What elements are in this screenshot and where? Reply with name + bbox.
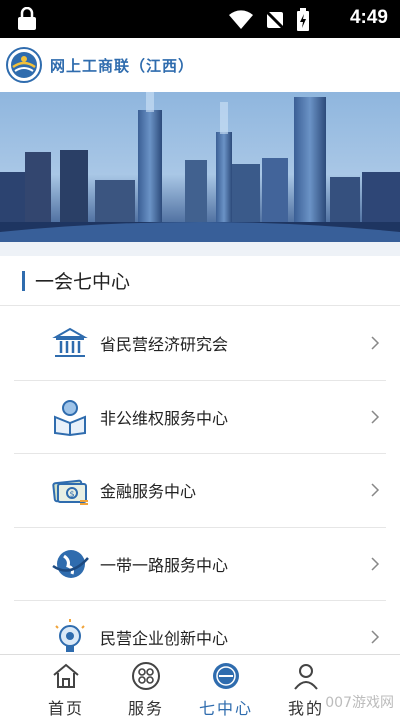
tab-seven-centers-label: 七中心 (198, 699, 253, 718)
institute-building-icon (52, 328, 88, 358)
section-header: 一会七中心 (0, 256, 400, 306)
battery-charging-icon (297, 8, 309, 31)
status-bar: 4:49 (0, 0, 400, 38)
home-icon (53, 663, 79, 688)
chevron-right-icon (371, 483, 380, 497)
list-item-rights-center[interactable]: 非公维权服务中心 (14, 381, 386, 454)
watermark: 007游戏网 (325, 695, 394, 711)
list-item-research-institute[interactable]: 省民营经济研究会 (14, 307, 386, 381)
svg-text:$: $ (70, 490, 75, 499)
center-icon (213, 663, 239, 689)
city-skyline-banner (0, 92, 400, 242)
wifi-icon (229, 10, 253, 29)
tab-service-label: 服务 (127, 699, 164, 718)
status-time: 4:49 (349, 7, 388, 28)
banner-divider (0, 242, 400, 256)
tab-seven-centers[interactable]: 七中心 (186, 655, 266, 720)
federation-logo-icon (6, 47, 42, 83)
tab-service[interactable]: 服务 (106, 655, 186, 720)
list-item-label: 金融服务中心 (100, 482, 197, 502)
list-item-belt-road-center[interactable]: 一带一路服务中心 (14, 528, 386, 601)
section-accent-bar (22, 270, 25, 291)
list-item-label: 省民营经济研究会 (100, 335, 229, 355)
globe-icon (52, 549, 89, 578)
tab-home-label: 首页 (47, 699, 84, 718)
chevron-right-icon (371, 336, 380, 350)
chevron-right-icon (371, 410, 380, 424)
user-icon (294, 664, 318, 690)
chevron-right-icon (371, 557, 380, 571)
list-item-finance-center[interactable]: $ 金融服务中心 (14, 454, 386, 528)
no-sim-icon (264, 9, 286, 31)
tab-home[interactable]: 首页 (26, 655, 106, 720)
lock-icon (18, 7, 36, 30)
list-item-label: 一带一路服务中心 (100, 555, 229, 575)
lightbulb-icon (55, 619, 85, 653)
grid-icon (132, 662, 160, 690)
chevron-right-icon (371, 630, 380, 644)
money-icon: $ (52, 480, 88, 506)
app-header: 网上工商联（江西） (0, 38, 400, 92)
list-item-label: 非公维权服务中心 (100, 408, 229, 428)
section-title: 一会七中心 (35, 271, 131, 293)
page-title: 网上工商联（江西） (50, 56, 195, 75)
reading-person-icon (54, 399, 86, 436)
list-item-label: 民营企业创新中心 (100, 629, 229, 649)
center-list: 省民营经济研究会 非公维权服务中心 $ 金融服务中心 一带一路服务中心 民营企业… (0, 307, 400, 675)
